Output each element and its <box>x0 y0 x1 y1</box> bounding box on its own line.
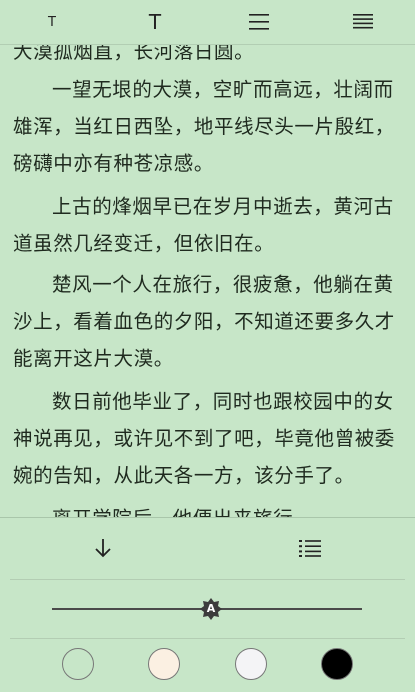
line-spacing-narrow-button[interactable] <box>333 0 393 44</box>
font-increase-icon: T <box>148 10 162 34</box>
line-spacing-wide-icon <box>249 14 269 30</box>
brightness-thumb-label: A <box>206 602 216 615</box>
reader-settings-panel: A <box>0 517 415 692</box>
panel-actions <box>0 518 415 578</box>
line-spacing-narrow-icon <box>353 14 373 29</box>
theme-white-swatch[interactable] <box>235 648 267 680</box>
line-spacing-wide-button[interactable] <box>229 0 289 44</box>
arrow-down-icon <box>95 539 111 558</box>
paragraph: 上古的烽烟早已在岁月中逝去，黄河古道虽然几经变迁，但依旧在。 <box>13 195 394 255</box>
font-increase-button[interactable]: T <box>125 0 185 44</box>
paragraph: 楚风一个人在旅行，很疲惫，他躺在黄沙上，看着血色的夕阳，不知道还要多久才能离开这… <box>13 273 395 370</box>
reader-toolbar: T T <box>0 0 415 45</box>
divider <box>10 638 405 639</box>
theme-selector <box>0 648 415 684</box>
list-icon <box>299 540 321 557</box>
download-button[interactable] <box>81 526 125 570</box>
paragraph: 数日前他毕业了，同时也跟校园中的女神说再见，或许见不到了吧，毕竟他曾被委婉的告知… <box>13 390 395 487</box>
paragraph: 一望无垠的大漠，空旷而高远，壮阔而雄浑，当红日西坠，地平线尽头一片殷红，磅礴中亦… <box>13 78 395 175</box>
reader-content: 大漠孤烟直，长河落日圆。 一望无垠的大漠，空旷而高远，壮阔而雄浑，当红日西坠，地… <box>0 0 415 520</box>
theme-cream-swatch[interactable] <box>148 648 180 680</box>
font-decrease-icon: T <box>48 14 56 30</box>
font-decrease-button[interactable]: T <box>22 0 82 44</box>
theme-green-swatch[interactable] <box>62 648 94 680</box>
theme-black-swatch[interactable] <box>321 648 353 680</box>
table-of-contents-button[interactable] <box>288 526 332 570</box>
divider <box>10 579 405 580</box>
brightness-slider-thumb[interactable]: A <box>200 598 222 620</box>
